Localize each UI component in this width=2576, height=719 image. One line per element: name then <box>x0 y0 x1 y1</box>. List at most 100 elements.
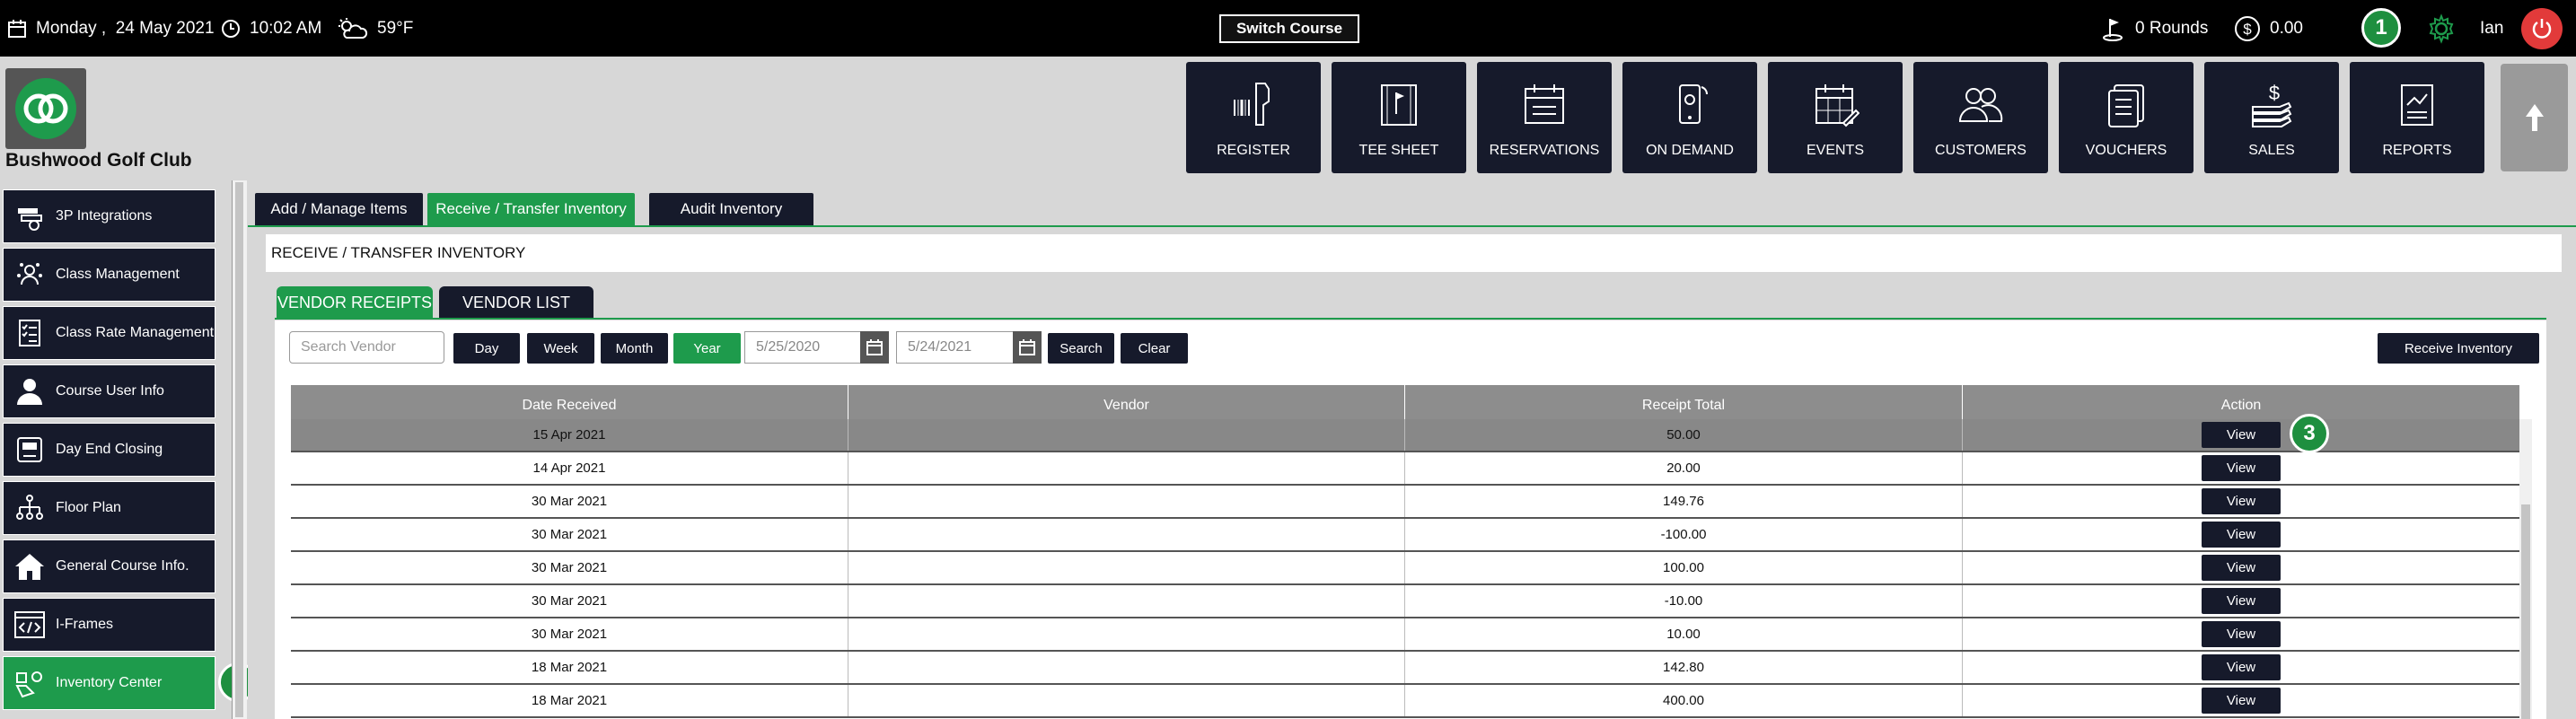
switch-course-button[interactable]: Switch Course <box>1219 14 1359 43</box>
subtab-divider <box>275 318 2546 320</box>
table-scrollbar[interactable] <box>2519 419 2532 719</box>
settings-button[interactable] <box>2426 0 2466 57</box>
date-text: Monday , 24 May 2021 <box>36 18 215 38</box>
view-button[interactable]: View <box>2202 588 2281 614</box>
nav-reports[interactable]: REPORTS <box>2350 62 2484 173</box>
logout-button[interactable] <box>2521 8 2563 49</box>
view-button[interactable]: View <box>2202 688 2281 714</box>
tab-receive-transfer-inventory[interactable]: Receive / Transfer Inventory <box>427 193 635 225</box>
table-row[interactable]: 30 Mar 2021 -10.00 View <box>291 585 2519 618</box>
cell-vendor <box>848 652 1405 683</box>
sidebar-scroll-thumb[interactable] <box>235 182 243 717</box>
club-logo <box>5 68 86 149</box>
receive-inventory-button[interactable]: Receive Inventory <box>2378 333 2539 364</box>
nav-reservations[interactable]: RESERVATIONS <box>1477 62 1612 173</box>
sidebar-item-label: Floor Plan <box>56 500 121 515</box>
table-row[interactable]: 30 Mar 2021 10.00 View <box>291 618 2519 652</box>
cash-text: 0.00 <box>2270 18 2303 38</box>
column-header-vendor[interactable]: Vendor <box>848 385 1405 419</box>
club-name: Bushwood Golf Club <box>5 150 192 171</box>
search-vendor-input[interactable]: Search Vendor <box>289 331 444 364</box>
mobile-icon <box>1679 84 1708 124</box>
view-button[interactable]: View <box>2202 422 2281 448</box>
table-row[interactable]: 18 Mar 2021 400.00 View <box>291 685 2519 718</box>
inventory-icon <box>15 671 42 698</box>
table-scroll-thumb[interactable] <box>2521 504 2530 719</box>
cell-total: 100.00 <box>1405 552 1963 583</box>
filter-day-button[interactable]: Day <box>453 333 520 364</box>
time-display: 10:02 AM <box>221 0 321 57</box>
events-calendar-icon <box>1816 84 1859 127</box>
tee-sheet-icon <box>1381 84 1417 126</box>
table-row[interactable]: 18 Mar 2021 142.80 View <box>291 652 2519 685</box>
nav-register[interactable]: REGISTER <box>1186 62 1321 173</box>
nav-events[interactable]: EVENTS <box>1768 62 1903 173</box>
table-row[interactable]: 30 Mar 2021 149.76 View <box>291 486 2519 519</box>
view-button[interactable]: View <box>2202 555 2281 581</box>
nav-on-demand-label: ON DEMAND <box>1646 143 1734 158</box>
sidebar-scrollbar[interactable] <box>232 180 247 719</box>
view-button[interactable]: View <box>2202 455 2281 481</box>
end-date-picker[interactable] <box>1013 331 1042 364</box>
nav-sales[interactable]: $ SALES <box>2204 62 2339 173</box>
sidebar-item-general-course-info[interactable]: General Course Info. <box>3 539 215 593</box>
table-row[interactable]: 30 Mar 2021 100.00 View <box>291 552 2519 585</box>
sidebar-item-label: Course User Info <box>56 383 164 399</box>
start-date-input[interactable]: 5/25/2020 <box>744 331 863 364</box>
cell-total: 142.80 <box>1405 652 1963 683</box>
nav-customers-label: CUSTOMERS <box>1935 143 2027 158</box>
table-header: Date Received Vendor Receipt Total Actio… <box>291 385 2519 419</box>
cell-vendor <box>848 685 1405 716</box>
sidebar-item-class-rate-management[interactable]: Class Rate Management <box>3 306 215 360</box>
clear-button[interactable]: Clear <box>1121 333 1188 364</box>
tab-add-manage-items[interactable]: Add / Manage Items <box>255 193 423 225</box>
column-header-receipt-total[interactable]: Receipt Total <box>1405 385 1963 419</box>
golfer-icon <box>2103 18 2123 41</box>
view-button[interactable]: View <box>2202 488 2281 514</box>
search-button[interactable]: Search <box>1048 333 1114 364</box>
table-row[interactable]: 30 Mar 2021 -100.00 View <box>291 519 2519 552</box>
view-button[interactable]: View <box>2202 654 2281 680</box>
tab-vendor-receipts[interactable]: VENDOR RECEIPTS <box>277 286 433 319</box>
filter-week-button[interactable]: Week <box>527 333 594 364</box>
rounds-display: 0 Rounds <box>2101 0 2208 57</box>
table-row[interactable]: 15 Apr 2021 50.00 View <box>291 419 2519 452</box>
sidebar-item-day-end-closing[interactable]: Day End Closing <box>3 423 215 477</box>
user-name[interactable]: Ian <box>2480 0 2503 57</box>
filter-year-button[interactable]: Year <box>673 333 741 364</box>
clock-icon <box>222 19 240 38</box>
page-title: RECEIVE / TRANSFER INVENTORY <box>266 234 2562 272</box>
calendar-icon <box>1525 84 1564 124</box>
partly-cloudy-icon <box>338 17 368 39</box>
nav-vouchers[interactable]: VOUCHERS <box>2059 62 2194 173</box>
filter-month-button[interactable]: Month <box>601 333 668 364</box>
nav-tee-sheet[interactable]: TEE SHEET <box>1332 62 1466 173</box>
vouchers-icon <box>2108 84 2144 127</box>
sidebar-item-3p-integrations[interactable]: 3P Integrations <box>3 189 215 243</box>
table-row[interactable]: 14 Apr 2021 20.00 View <box>291 452 2519 486</box>
sidebar-item-inventory-center[interactable]: Inventory Center <box>3 656 215 710</box>
scroll-top-button[interactable] <box>2501 64 2568 171</box>
cell-total: 20.00 <box>1405 452 1963 484</box>
sidebar-item-class-management[interactable]: Class Management <box>3 248 215 302</box>
column-header-date-received[interactable]: Date Received <box>291 385 848 419</box>
tab-audit-inventory[interactable]: Audit Inventory <box>649 193 813 225</box>
nav-on-demand[interactable]: ON DEMAND <box>1622 62 1757 173</box>
cell-date: 15 Apr 2021 <box>291 419 848 451</box>
tab-vendor-list[interactable]: VENDOR LIST <box>439 286 593 319</box>
nav-customers[interactable]: CUSTOMERS <box>1913 62 2048 173</box>
start-date-picker[interactable] <box>860 331 889 364</box>
view-button[interactable]: View <box>2202 522 2281 548</box>
calendar-icon <box>866 339 883 355</box>
cell-date: 30 Mar 2021 <box>291 519 848 550</box>
sidebar-item-label: Inventory Center <box>56 675 163 690</box>
cell-total: 50.00 <box>1405 419 1963 451</box>
view-button[interactable]: View <box>2202 621 2281 647</box>
sidebar-item-floor-plan[interactable]: Floor Plan <box>3 481 215 535</box>
sidebar-item-course-user-info[interactable]: Course User Info <box>3 364 215 418</box>
end-date-input[interactable]: 5/24/2021 <box>896 331 1015 364</box>
tab-divider <box>248 225 2576 227</box>
calendar-icon <box>8 19 26 38</box>
sidebar-item-i-frames[interactable]: I-Frames <box>3 598 215 652</box>
column-header-action: Action <box>2220 398 2262 413</box>
